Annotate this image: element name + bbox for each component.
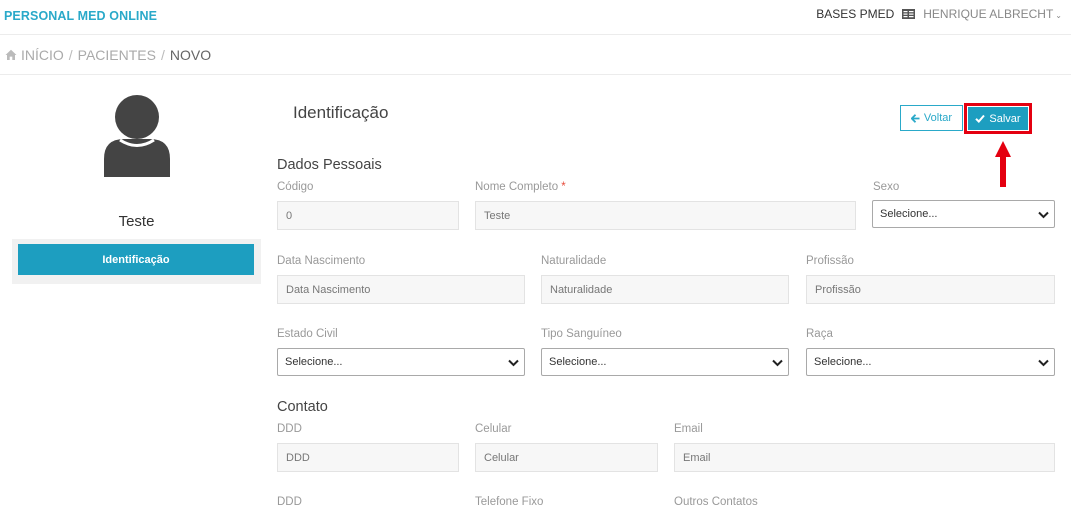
user-avatar-icon bbox=[104, 95, 170, 177]
naturalidade-label: Naturalidade bbox=[541, 255, 607, 267]
chevron-down-icon bbox=[1038, 359, 1049, 367]
top-bar: PERSONAL MED ONLINE BASES PMED HENRIQUE … bbox=[0, 0, 1071, 35]
patient-sidebar: Teste Identificação bbox=[12, 85, 261, 284]
brand-logo[interactable]: PERSONAL MED ONLINE bbox=[4, 9, 157, 23]
chevron-down-icon bbox=[508, 359, 519, 367]
user-name: HENRIQUE ALBRECHT bbox=[923, 7, 1054, 21]
chevron-down-icon bbox=[1038, 211, 1049, 219]
chevron-down-icon bbox=[772, 359, 783, 367]
sidebar-nav: Identificação bbox=[12, 239, 261, 284]
nome-completo-field[interactable]: Teste bbox=[475, 201, 856, 230]
codigo-field[interactable]: 0 bbox=[277, 201, 459, 230]
nome-completo-label: Nome Completo * bbox=[475, 181, 566, 193]
outros-contatos-label: Outros Contatos bbox=[674, 496, 758, 508]
patient-name: Teste bbox=[118, 213, 155, 230]
sidebar-item-identificacao[interactable]: Identificação bbox=[18, 244, 254, 275]
email-label: Email bbox=[674, 423, 703, 435]
salvar-label: Salvar bbox=[989, 112, 1021, 125]
user-menu[interactable]: HENRIQUE ALBRECHT ⌄ bbox=[923, 7, 1062, 21]
breadcrumb-separator: / bbox=[160, 47, 165, 63]
estado-civil-select[interactable]: Selecione... bbox=[277, 348, 525, 376]
section-dados-pessoais: Dados Pessoais bbox=[277, 157, 382, 173]
ddd-label: DDD bbox=[277, 423, 302, 435]
naturalidade-field[interactable]: Naturalidade bbox=[541, 275, 789, 304]
data-nascimento-label: Data Nascimento bbox=[277, 255, 366, 267]
estado-civil-label: Estado Civil bbox=[277, 328, 338, 340]
red-arrow-annotation bbox=[995, 141, 1011, 187]
voltar-button[interactable]: Voltar bbox=[900, 105, 963, 131]
raca-selected: Selecione... bbox=[814, 356, 872, 368]
ddd-field[interactable]: DDD bbox=[277, 443, 459, 472]
breadcrumb-novo: NOVO bbox=[169, 47, 212, 63]
celular-field[interactable]: Celular bbox=[475, 443, 658, 472]
section-contato: Contato bbox=[277, 399, 328, 415]
check-icon bbox=[975, 114, 986, 123]
page-title: Identificação bbox=[293, 103, 389, 122]
breadcrumb-divider bbox=[0, 74, 1071, 75]
nome-completo-label-text: Nome Completo bbox=[475, 181, 559, 193]
data-nascimento-field[interactable]: Data Nascimento bbox=[277, 275, 525, 304]
sexo-select[interactable]: Selecione... bbox=[872, 200, 1055, 228]
breadcrumb-pacientes[interactable]: PACIENTES bbox=[78, 47, 156, 63]
breadcrumb: INÍCIO / PACIENTES / NOVO bbox=[5, 47, 211, 63]
estado-civil-selected: Selecione... bbox=[285, 356, 343, 368]
tipo-sanguineo-label: Tipo Sanguíneo bbox=[541, 328, 622, 340]
profissao-field[interactable]: Profissão bbox=[806, 275, 1055, 304]
breadcrumb-separator: / bbox=[68, 47, 73, 63]
celular-label: Celular bbox=[475, 423, 512, 435]
database-icon[interactable] bbox=[902, 9, 916, 19]
bases-link[interactable]: BASES PMED bbox=[816, 7, 894, 21]
chevron-down-icon: ⌄ bbox=[1055, 11, 1062, 20]
raca-select[interactable]: Selecione... bbox=[806, 348, 1055, 376]
voltar-label: Voltar bbox=[923, 112, 953, 124]
sexo-label: Sexo bbox=[873, 181, 900, 193]
ddd-fixo-label: DDD bbox=[277, 496, 302, 508]
sexo-selected: Selecione... bbox=[880, 208, 938, 220]
required-mark: * bbox=[561, 181, 566, 193]
home-icon[interactable] bbox=[5, 49, 17, 61]
telefone-fixo-label: Telefone Fixo bbox=[475, 496, 544, 508]
breadcrumb-inicio[interactable]: INÍCIO bbox=[21, 47, 64, 63]
arrow-left-icon bbox=[910, 113, 920, 123]
email-field[interactable]: Email bbox=[674, 443, 1055, 472]
salvar-button[interactable]: Salvar bbox=[968, 107, 1028, 130]
top-right-menu: BASES PMED HENRIQUE ALBRECHT ⌄ bbox=[816, 7, 1062, 21]
tipo-sanguineo-select[interactable]: Selecione... bbox=[541, 348, 789, 376]
raca-label: Raça bbox=[806, 328, 833, 340]
tipo-sanguineo-selected: Selecione... bbox=[549, 356, 607, 368]
codigo-label: Código bbox=[277, 181, 314, 193]
profissao-label: Profissão bbox=[806, 255, 854, 267]
